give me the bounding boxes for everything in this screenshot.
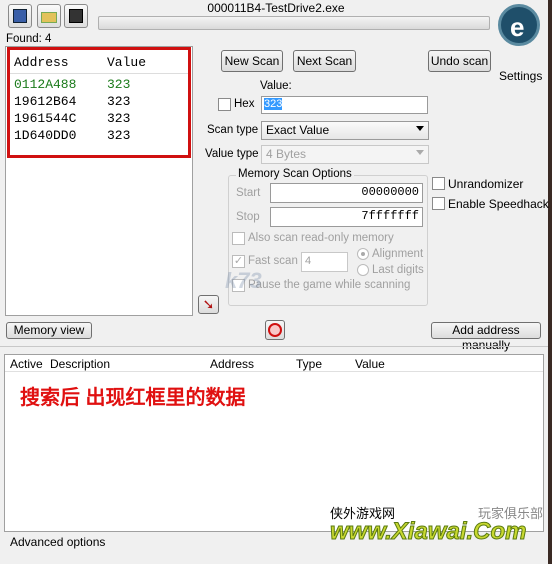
memory-view-button[interactable]: Memory view [6, 322, 92, 339]
col-type[interactable]: Type [296, 357, 322, 371]
highlight-box: Address Value 0112A488 323 19612B64 323 … [7, 47, 191, 158]
result-value[interactable]: 323 [107, 128, 130, 143]
fast-scan-checkbox[interactable]: ✓ [232, 255, 245, 268]
readonly-label: Also scan read-only memory [248, 232, 394, 244]
scan-type-value: Exact Value [266, 123, 330, 137]
result-address[interactable]: 0112A488 [14, 77, 76, 92]
value-input[interactable]: 323 [261, 96, 428, 114]
add-address-manually-button[interactable]: Add address manually [431, 322, 541, 352]
next-scan-button[interactable]: Next Scan [293, 50, 356, 72]
clear-stop-icon[interactable] [265, 320, 285, 340]
value-type-label: Value type [205, 148, 259, 160]
alignment-radio[interactable] [357, 248, 369, 260]
memory-options-title: Memory Scan Options [236, 168, 354, 180]
col-value: Value [107, 55, 147, 70]
speedhack-label: Enable Speedhack [448, 197, 549, 211]
value-type-select[interactable]: 4 Bytes [261, 145, 429, 164]
scan-type-label: Scan type [207, 124, 259, 136]
col-address[interactable]: Address [210, 357, 254, 371]
result-value[interactable]: 323 [107, 77, 130, 92]
unrandomizer-checkbox[interactable] [432, 177, 445, 190]
speedhack-checkbox[interactable] [432, 197, 445, 210]
found-count: Found: 4 [6, 33, 52, 45]
k73-watermark: k73 [225, 268, 262, 293]
address-list-table[interactable]: Active Description Address Type Value 搜索… [4, 354, 544, 532]
chevron-down-icon [416, 126, 424, 131]
scan-type-select[interactable]: Exact Value [261, 121, 429, 140]
process-title: 000011B4-TestDrive2.exe [207, 1, 345, 15]
hex-label: Hex [234, 98, 255, 110]
annotation-text: 搜索后 出现红框里的数据 [20, 387, 246, 409]
unrandomizer-label: Unrandomizer [448, 177, 524, 191]
col-value[interactable]: Value [355, 357, 385, 371]
result-value[interactable]: 323 [107, 94, 130, 109]
undo-scan-button[interactable]: Undo scan [428, 50, 491, 72]
cheat-engine-logo[interactable]: e [494, 2, 544, 64]
col-active[interactable]: Active [10, 357, 43, 371]
arrow-pointer-icon[interactable]: ➘ [198, 295, 219, 314]
scan-progress-bar [98, 16, 490, 30]
cheat-engine-window: 000011B4-TestDrive2.exe e Settings Found… [0, 0, 549, 564]
pause-game-label: Pause the game while scanning [248, 279, 411, 291]
fast-scan-label: Fast scan [248, 255, 298, 267]
value-label: Value: [260, 80, 292, 92]
start-address-input[interactable]: 00000000 [270, 183, 423, 203]
last-digits-radio[interactable] [357, 264, 369, 276]
hex-checkbox[interactable] [218, 98, 231, 111]
col-address: Address [14, 55, 69, 70]
fast-scan-input[interactable]: 4 [301, 252, 348, 272]
last-digits-label: Last digits [372, 264, 424, 276]
advanced-options[interactable]: Advanced options [10, 535, 105, 549]
chevron-down-icon [416, 150, 424, 155]
value-type-value: 4 Bytes [266, 147, 307, 161]
xiawai-watermark-url: www.Xiawai.Com [330, 518, 527, 546]
stop-label: Stop [236, 211, 260, 223]
stop-address-input[interactable]: 7fffffff [270, 207, 423, 227]
result-address[interactable]: 1961544C [14, 111, 76, 126]
alignment-label: Alignment [372, 248, 424, 260]
readonly-checkbox[interactable] [232, 232, 245, 245]
result-value[interactable]: 323 [107, 111, 130, 126]
start-label: Start [236, 187, 261, 199]
col-description[interactable]: Description [50, 357, 110, 371]
result-address[interactable]: 1D640DD0 [14, 128, 76, 143]
settings-link[interactable]: Settings [499, 69, 542, 83]
result-address[interactable]: 19612B64 [14, 94, 76, 109]
splitter[interactable] [0, 346, 548, 350]
value-text: 323 [264, 98, 283, 110]
new-scan-button[interactable]: New Scan [221, 50, 283, 72]
